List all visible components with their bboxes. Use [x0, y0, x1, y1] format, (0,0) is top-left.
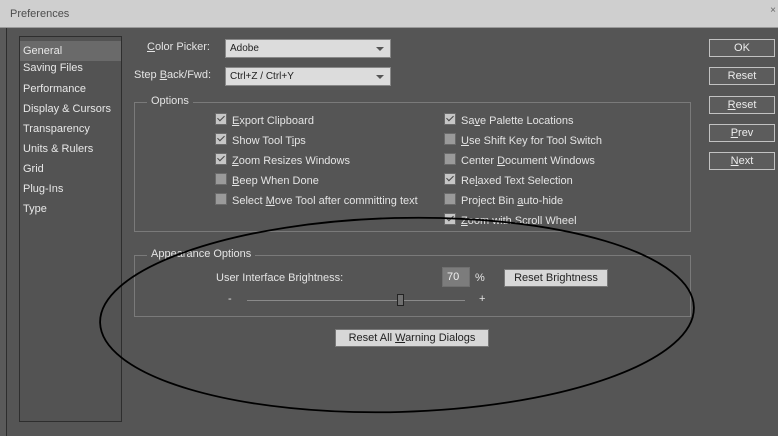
checkbox-checked-icon	[215, 113, 227, 125]
sidebar-item-saving-files[interactable]: Saving Files	[20, 61, 121, 81]
sidebar-item-display-cursors[interactable]: Display & Cursors	[20, 101, 121, 121]
sidebar-item-general[interactable]: General	[20, 41, 121, 61]
relaxed-text-selection-checkbox[interactable]: Relaxed Text Selection	[444, 173, 573, 189]
sidebar-item-units-rulers[interactable]: Units & Rulers	[20, 141, 121, 161]
beep-when-done-checkbox[interactable]: Beep When Done	[215, 173, 319, 189]
reset-brightness-button[interactable]: Reset Brightness	[504, 269, 608, 287]
checkbox-unchecked-icon	[444, 193, 456, 205]
sidebar-item-transparency[interactable]: Transparency	[20, 121, 121, 141]
step-back-select[interactable]: Ctrl+Z / Ctrl+Y	[225, 67, 391, 86]
project-bin-autohide-checkbox[interactable]: Project Bin auto-hide	[444, 193, 563, 209]
step-back-value: Ctrl+Z / Ctrl+Y	[230, 71, 294, 82]
export-clipboard-checkbox[interactable]: Export Clipboard	[215, 113, 314, 129]
percent-label: %	[475, 272, 485, 284]
slider-min-label: -	[228, 293, 232, 305]
zoom-scroll-wheel-checkbox[interactable]: Zoom with Scroll Wheel	[444, 213, 577, 229]
checkbox-checked-icon	[215, 153, 227, 165]
sidebar-item-grid[interactable]: Grid	[20, 161, 121, 181]
sidebar-item-performance[interactable]: Performance	[20, 81, 121, 101]
window-title: Preferences	[10, 8, 70, 20]
reset-all-warning-dialogs-button[interactable]: Reset All Warning Dialogs	[335, 329, 489, 347]
title-bar: Preferences ×	[0, 0, 778, 28]
checkbox-unchecked-icon	[215, 173, 227, 185]
color-picker-value: Adobe	[230, 43, 259, 54]
center-document-windows-checkbox[interactable]: Center Document Windows	[444, 153, 595, 169]
step-back-label: Step Back/Fwd:	[134, 69, 212, 81]
zoom-resizes-windows-checkbox[interactable]: Zoom Resizes Windows	[215, 153, 350, 169]
brightness-slider-track[interactable]	[247, 300, 465, 301]
select-move-tool-checkbox[interactable]: Select Move Tool after committing text	[215, 193, 418, 209]
sidebar-item-plug-ins[interactable]: Plug-Ins	[20, 181, 121, 201]
ok-button[interactable]: OK	[709, 39, 775, 57]
brightness-label: User Interface Brightness:	[216, 272, 344, 284]
reset-button[interactable]: Reset	[709, 67, 775, 85]
save-palette-locations-checkbox[interactable]: Save Palette Locations	[444, 113, 574, 129]
shift-key-tool-switch-checkbox[interactable]: Use Shift Key for Tool Switch	[444, 133, 602, 149]
checkbox-checked-icon	[215, 133, 227, 145]
chevron-down-icon	[376, 75, 384, 79]
brightness-slider-thumb[interactable]	[396, 294, 404, 306]
sidebar: General Saving Files Performance Display…	[19, 36, 122, 422]
checkbox-unchecked-icon	[215, 193, 227, 205]
preferences-dialog: General Saving Files Performance Display…	[6, 28, 778, 436]
brightness-input[interactable]: 70	[442, 267, 470, 287]
show-tool-tips-checkbox[interactable]: Show Tool Tips	[215, 133, 306, 149]
checkbox-checked-icon	[444, 213, 456, 225]
checkbox-checked-icon	[444, 173, 456, 185]
color-picker-select[interactable]: Adobe	[225, 39, 391, 58]
chevron-down-icon	[376, 47, 384, 51]
checkbox-checked-icon	[444, 113, 456, 125]
prev-button[interactable]: Prev	[709, 124, 775, 142]
sidebar-item-type[interactable]: Type	[20, 201, 121, 221]
reset-dialog-button[interactable]: Reset	[709, 96, 775, 114]
next-button[interactable]: Next	[709, 152, 775, 170]
close-icon[interactable]: ×	[770, 5, 776, 16]
checkbox-unchecked-icon	[444, 133, 456, 145]
options-legend: Options	[147, 95, 193, 107]
appearance-legend: Appearance Options	[147, 248, 256, 260]
color-picker-label: Color Picker:	[147, 41, 210, 53]
slider-max-label: +	[479, 293, 486, 305]
checkbox-unchecked-icon	[444, 153, 456, 165]
